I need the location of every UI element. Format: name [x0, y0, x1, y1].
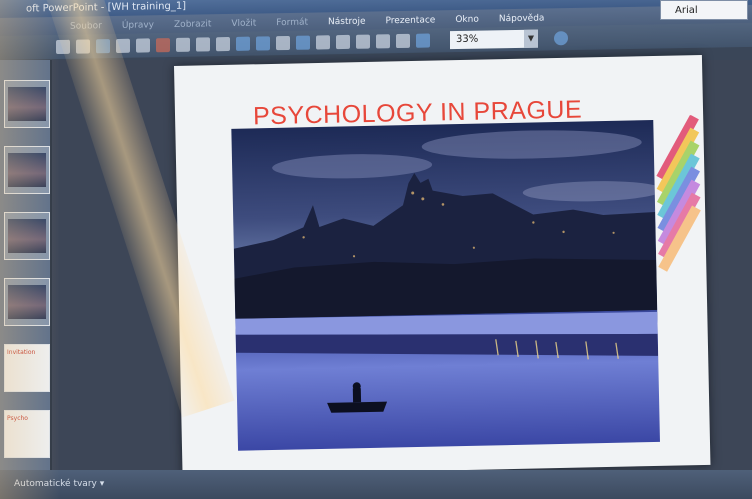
- format-painter-icon[interactable]: [216, 36, 230, 52]
- columns-icon[interactable]: [316, 35, 330, 50]
- thumbnail-image: [8, 351, 46, 385]
- menu-item[interactable]: Formát: [266, 17, 318, 29]
- thumbnail-image: [8, 285, 46, 319]
- menu-item[interactable]: Zobrazit: [164, 19, 221, 30]
- slide-thumbnail[interactable]: Invitation: [4, 344, 50, 392]
- rainbow-stripes: [653, 114, 707, 306]
- font-name-select[interactable]: Arial: [660, 0, 748, 20]
- drawing-toolbar: Automatické tvary ▾: [0, 470, 752, 499]
- autoshapes-menu[interactable]: Automatické tvary: [14, 479, 97, 489]
- zoom-value: 33%: [456, 33, 479, 46]
- slide-thumbnail[interactable]: Psycho: [4, 410, 50, 458]
- undo-icon[interactable]: [236, 36, 250, 51]
- copy-icon[interactable]: [176, 37, 190, 52]
- thumbnail-image: [8, 87, 46, 121]
- thumbnail-image: [8, 219, 46, 253]
- slide-canvas[interactable]: PSYCHOLOGY IN PRAGUE: [174, 54, 711, 476]
- menu-item[interactable]: Soubor: [60, 21, 112, 32]
- menu-item[interactable]: Nástroje: [318, 16, 376, 28]
- cut-icon[interactable]: [156, 38, 170, 53]
- powerpoint-window: oft PowerPoint - [WH training_1] Soubor Ú…: [0, 0, 752, 499]
- expand-icon[interactable]: [356, 34, 370, 49]
- chevron-down-icon[interactable]: ▼: [524, 29, 538, 48]
- slide-thumbnail[interactable]: [4, 80, 50, 128]
- menu-item[interactable]: Okno: [445, 14, 489, 25]
- thumbnail-label: Psycho: [7, 415, 28, 422]
- prague-castle-photo[interactable]: [231, 119, 660, 451]
- slide-thumbnail[interactable]: [4, 146, 50, 194]
- grid-icon[interactable]: [396, 33, 410, 49]
- help-icon[interactable]: [554, 31, 568, 46]
- prague-photo-art: [233, 130, 660, 413]
- print-icon[interactable]: [116, 38, 130, 53]
- menu-item[interactable]: Prezentace: [376, 15, 446, 26]
- color-grayscale-icon[interactable]: [416, 33, 430, 48]
- insert-picture-icon[interactable]: [336, 34, 350, 50]
- redo-icon[interactable]: [256, 36, 270, 51]
- slide-thumbnail[interactable]: [4, 278, 50, 326]
- paste-icon[interactable]: [196, 37, 210, 52]
- open-icon[interactable]: [76, 39, 90, 54]
- show-formatting-icon[interactable]: [376, 34, 390, 49]
- zoom-select[interactable]: 33% ▼: [450, 29, 538, 50]
- font-name-value: Arial: [675, 5, 698, 16]
- thumbnail-label: Invitation: [7, 349, 36, 356]
- spellcheck-icon[interactable]: [136, 38, 150, 53]
- thumbnail-image: [8, 153, 46, 187]
- menu-item[interactable]: Úpravy: [112, 20, 164, 31]
- insert-table-icon[interactable]: [296, 35, 310, 50]
- slides-pane: Invitation Psycho: [0, 60, 52, 480]
- new-icon[interactable]: [56, 39, 70, 55]
- thumbnail-image: [8, 417, 46, 451]
- chevron-down-icon[interactable]: ▾: [100, 479, 105, 489]
- save-icon[interactable]: [96, 39, 110, 54]
- menu-item[interactable]: Vložit: [221, 18, 266, 29]
- insert-chart-icon[interactable]: [276, 35, 290, 51]
- menu-item[interactable]: Nápověda: [489, 13, 555, 24]
- slide-thumbnail[interactable]: [4, 212, 50, 260]
- window-title: oft PowerPoint - [WH training_1]: [26, 0, 187, 15]
